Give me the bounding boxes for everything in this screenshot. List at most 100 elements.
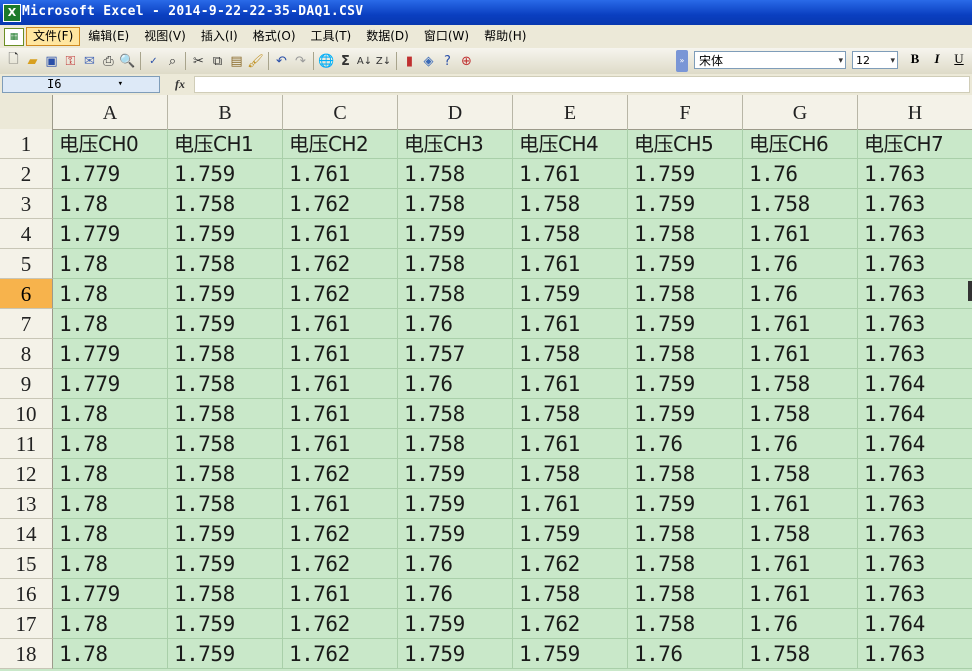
cell[interactable]: 1.764 — [858, 399, 972, 429]
italic-button[interactable]: I — [926, 51, 948, 69]
undo-icon[interactable]: ↶ — [272, 52, 291, 71]
column-header[interactable]: H — [858, 95, 972, 129]
cell[interactable]: 1.759 — [168, 609, 283, 639]
cell[interactable]: 1.78 — [53, 489, 168, 519]
cell[interactable]: 1.759 — [168, 639, 283, 669]
cell[interactable]: 1.779 — [53, 219, 168, 249]
row-header[interactable]: 2 — [0, 159, 53, 189]
cut-icon[interactable]: ✂ — [189, 52, 208, 71]
cell[interactable]: 1.758 — [743, 459, 858, 489]
cell[interactable]: 1.762 — [513, 549, 628, 579]
print-icon[interactable]: ⎙ — [99, 52, 118, 71]
cell[interactable]: 1.76 — [628, 429, 743, 459]
cell[interactable]: 1.763 — [858, 459, 972, 489]
row-header[interactable]: 11 — [0, 429, 53, 459]
open-icon[interactable]: ▰ — [23, 52, 42, 71]
row-header[interactable]: 14 — [0, 519, 53, 549]
cell[interactable]: 1.762 — [283, 519, 398, 549]
cell[interactable]: 1.759 — [628, 399, 743, 429]
title-bar[interactable]: X Microsoft Excel - 2014-9-22-22-35-DAQ1… — [0, 0, 972, 25]
cell[interactable]: 1.779 — [53, 369, 168, 399]
formula-input[interactable] — [194, 76, 970, 93]
cell[interactable]: 1.763 — [858, 189, 972, 219]
cell[interactable]: 1.78 — [53, 249, 168, 279]
cell[interactable]: 1.763 — [858, 339, 972, 369]
cell[interactable]: 1.78 — [53, 459, 168, 489]
cell[interactable]: 1.758 — [513, 339, 628, 369]
cell[interactable]: 1.78 — [53, 309, 168, 339]
column-header[interactable]: D — [398, 95, 513, 129]
cell[interactable]: 1.759 — [398, 459, 513, 489]
row-header[interactable]: 6 — [0, 279, 53, 309]
cell[interactable]: 1.78 — [53, 399, 168, 429]
cell[interactable]: 1.758 — [168, 459, 283, 489]
cell[interactable]: 1.761 — [743, 339, 858, 369]
cell[interactable]: 1.758 — [743, 369, 858, 399]
cell[interactable]: 1.761 — [283, 339, 398, 369]
cell[interactable]: 1.78 — [53, 609, 168, 639]
bold-button[interactable]: B — [904, 51, 926, 69]
cell[interactable]: 1.758 — [743, 639, 858, 669]
row-header[interactable]: 8 — [0, 339, 53, 369]
permission-icon[interactable]: ⚿ — [61, 52, 80, 71]
cell[interactable]: 1.761 — [513, 369, 628, 399]
cell[interactable]: 1.758 — [398, 279, 513, 309]
sort-ascending-icon[interactable]: A↓ — [355, 52, 374, 71]
cell[interactable]: 1.763 — [858, 519, 972, 549]
cell[interactable]: 1.759 — [513, 639, 628, 669]
cell[interactable]: 1.78 — [53, 279, 168, 309]
cell[interactable]: 1.761 — [283, 369, 398, 399]
cell[interactable]: 1.762 — [283, 549, 398, 579]
cell[interactable]: 1.759 — [168, 219, 283, 249]
copy-icon[interactable]: ⧉ — [208, 52, 227, 71]
row-header[interactable]: 7 — [0, 309, 53, 339]
worksheet-grid[interactable]: ABCDEFGH 1 电压CH0 电压CH1 电压CH2 电压CH3 电压CH4 电压CH5… — [0, 95, 972, 671]
cell[interactable]: 1.764 — [858, 609, 972, 639]
cell[interactable]: 1.762 — [283, 609, 398, 639]
underline-button[interactable]: U — [948, 51, 970, 69]
format-painter-icon[interactable]: 🖌 — [246, 52, 265, 71]
cell[interactable]: 1.758 — [743, 519, 858, 549]
cell[interactable]: 1.76 — [743, 249, 858, 279]
row-header[interactable]: 18 — [0, 639, 53, 669]
cell[interactable]: 1.761 — [513, 489, 628, 519]
redo-icon[interactable]: ↷ — [291, 52, 310, 71]
cell[interactable]: 1.758 — [628, 279, 743, 309]
scrollbar-edge[interactable] — [968, 281, 972, 301]
cell[interactable]: 1.758 — [513, 459, 628, 489]
cell[interactable]: 1.762 — [283, 639, 398, 669]
row-header[interactable]: 9 — [0, 369, 53, 399]
cell[interactable]: 1.758 — [513, 219, 628, 249]
cell[interactable]: 1.759 — [398, 609, 513, 639]
chart-wizard-icon[interactable]: ▮ — [400, 52, 419, 71]
cell[interactable]: 1.759 — [168, 519, 283, 549]
cell[interactable]: 1.759 — [628, 489, 743, 519]
font-name-select[interactable]: 宋体 ▾ — [694, 51, 846, 69]
cell[interactable]: 1.758 — [398, 399, 513, 429]
cell[interactable]: 1.761 — [283, 429, 398, 459]
cell[interactable]: 1.758 — [628, 519, 743, 549]
row-header[interactable]: 3 — [0, 189, 53, 219]
column-header[interactable]: A — [53, 95, 168, 129]
cell[interactable]: 电压CH0 — [53, 129, 168, 159]
cell[interactable]: 1.76 — [743, 609, 858, 639]
row-header[interactable]: 10 — [0, 399, 53, 429]
cell[interactable]: 电压CH4 — [513, 129, 628, 159]
menu-item[interactable]: 数据(D) — [359, 27, 416, 46]
cell[interactable]: 1.758 — [168, 489, 283, 519]
font-size-select[interactable]: 12 ▾ — [852, 51, 898, 69]
cell[interactable]: 1.78 — [53, 429, 168, 459]
cell[interactable]: 1.761 — [513, 309, 628, 339]
cell[interactable]: 1.761 — [743, 219, 858, 249]
cell[interactable]: 1.759 — [628, 159, 743, 189]
row-header[interactable]: 1 — [0, 129, 53, 159]
row-header[interactable]: 5 — [0, 249, 53, 279]
toolbar-options-icon[interactable]: » — [676, 50, 688, 72]
cell[interactable]: 1.78 — [53, 639, 168, 669]
row-header[interactable]: 17 — [0, 609, 53, 639]
cell[interactable]: 电压CH7 — [858, 129, 972, 159]
drawing-icon[interactable]: ◈ — [419, 52, 438, 71]
cell[interactable]: 1.761 — [743, 309, 858, 339]
cell[interactable]: 1.76 — [628, 639, 743, 669]
cell[interactable]: 1.758 — [168, 579, 283, 609]
